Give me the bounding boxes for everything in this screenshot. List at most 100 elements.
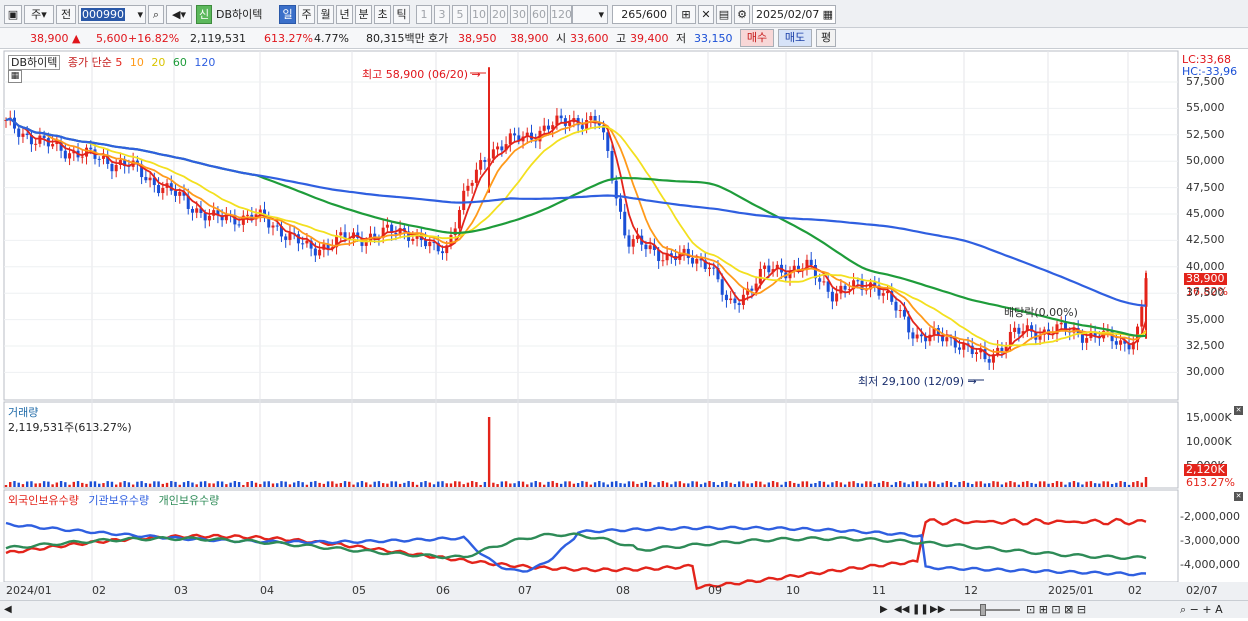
- period-button[interactable]: 초: [374, 5, 391, 24]
- candle-body: [542, 125, 546, 131]
- interval-button[interactable]: 60: [530, 5, 548, 24]
- volume-bar: [572, 483, 576, 487]
- volume-bar: [598, 481, 601, 487]
- candle-body: [987, 359, 991, 363]
- crosshair-icon[interactable]: ✕: [698, 5, 714, 24]
- volume-bar: [1102, 481, 1105, 487]
- zoom-icons[interactable]: ⌕ − + A: [1180, 603, 1223, 617]
- interval-button[interactable]: 30: [510, 5, 528, 24]
- chevron-down-icon[interactable]: ▾: [137, 6, 143, 23]
- period-button[interactable]: 틱: [393, 5, 410, 24]
- volume-bar: [297, 481, 300, 487]
- volume-bar: [784, 481, 787, 487]
- volume-bar: [627, 481, 631, 487]
- interval-button[interactable]: 3: [434, 5, 450, 24]
- volume-bar: [742, 481, 745, 487]
- volume-bar: [212, 483, 215, 487]
- volume-bar: [754, 481, 758, 487]
- zoom-slider-handle[interactable]: [980, 604, 986, 616]
- volume-bar: [818, 481, 821, 487]
- candle-body: [610, 151, 614, 181]
- save-icon[interactable]: ▤: [716, 5, 732, 24]
- interval-button[interactable]: 20: [490, 5, 508, 24]
- volume-bar: [386, 483, 389, 487]
- scroll-right-icon[interactable]: ▶: [880, 604, 888, 615]
- x-axis-label: 02: [92, 584, 106, 597]
- search-icon[interactable]: ⌕: [148, 5, 164, 24]
- volume-bar: [411, 481, 415, 487]
- volume-bar: [759, 481, 762, 487]
- table-icon[interactable]: ▦: [8, 70, 22, 83]
- tool-icons[interactable]: ⊡ ⊞ ⊡ ⊠ ⊟: [1026, 603, 1086, 616]
- volume-bar: [34, 483, 37, 487]
- volume-bar: [331, 481, 334, 487]
- interval-button[interactable]: 5: [452, 5, 468, 24]
- period-button[interactable]: 주: [298, 5, 315, 24]
- stock-code-input[interactable]: 000990 ▾: [78, 5, 146, 24]
- prev-button[interactable]: 전: [56, 5, 76, 24]
- volume-bar: [1043, 481, 1046, 487]
- interval-button[interactable]: 10: [470, 5, 488, 24]
- period-button[interactable]: 월: [317, 5, 334, 24]
- volume-bar: [365, 482, 368, 487]
- stock-chart[interactable]: DB하이텍 종가 단순 5 10 20 60 120 ▦ LC:33,68 HC…: [0, 50, 1248, 621]
- candle-body: [720, 279, 724, 295]
- candle-body: [822, 281, 826, 283]
- buy-button[interactable]: 매수: [740, 29, 774, 47]
- speaker-icon[interactable]: ◀▾: [166, 5, 192, 24]
- close-icon[interactable]: ✕: [1234, 492, 1243, 501]
- candle-body: [68, 153, 72, 159]
- volume-bar: [975, 481, 978, 487]
- volume-bar: [1136, 481, 1139, 487]
- candle-body: [42, 135, 46, 139]
- volume-bar: [17, 482, 20, 487]
- candle-body: [190, 208, 194, 213]
- volume-bar: [593, 482, 597, 487]
- data-count-input[interactable]: 265/600: [612, 5, 672, 24]
- period-button[interactable]: 년: [336, 5, 353, 24]
- candle-body: [902, 309, 906, 317]
- window-icon[interactable]: ▣: [4, 5, 22, 24]
- volume-bar: [470, 481, 474, 487]
- volume-bar: [1051, 482, 1054, 487]
- volume-bar: [886, 481, 889, 487]
- candle-body: [237, 224, 241, 226]
- sell-button[interactable]: 매도: [778, 29, 812, 47]
- scroll-left-icon[interactable]: ◀: [4, 604, 12, 615]
- volume-last-pct: 613.27%: [1186, 476, 1235, 489]
- candle-body: [89, 147, 93, 150]
- candle-body: [491, 149, 495, 159]
- chart-canvas[interactable]: [0, 50, 1248, 621]
- period-button[interactable]: 분: [355, 5, 372, 24]
- price-panel-title[interactable]: DB하이텍: [8, 55, 61, 70]
- stock-code-value: 000990: [81, 8, 125, 21]
- eval-button[interactable]: 평: [816, 29, 836, 47]
- volume-bar: [292, 482, 296, 487]
- volume-bar: [220, 481, 224, 487]
- interval-button[interactable]: 1: [416, 5, 432, 24]
- volume-bar: [1093, 483, 1097, 487]
- scroll-end-icon[interactable]: ▶▶: [930, 604, 945, 615]
- date-input[interactable]: 2025/02/07 ▦: [752, 5, 836, 24]
- volume-bar: [225, 484, 228, 487]
- volume-bar: [140, 481, 143, 487]
- period-button[interactable]: 일: [279, 5, 296, 24]
- x-axis-label: 2024/01: [6, 584, 52, 597]
- interval-custom-select[interactable]: ▾: [572, 5, 608, 24]
- zoom-tool-icon[interactable]: ⊞: [676, 5, 696, 24]
- price-y-tick: 45,000: [1186, 207, 1225, 220]
- close-icon[interactable]: ✕: [1234, 406, 1243, 415]
- calendar-icon[interactable]: ▦: [823, 6, 833, 23]
- interval-button[interactable]: 120: [550, 5, 572, 24]
- x-axis-label: 07: [518, 584, 532, 597]
- scroll-start-icon[interactable]: ◀◀: [894, 604, 909, 615]
- price-y-tick: 30,000: [1186, 365, 1225, 379]
- high-price: 39,400: [630, 32, 669, 45]
- volume-bar: [195, 484, 198, 487]
- volume-bar: [318, 482, 321, 487]
- chart-scrollbar[interactable]: ◀ ▶ ◀◀ ❚❚ ▶▶ ⊡ ⊞ ⊡ ⊠ ⊟ ⌕ − + A: [0, 600, 1248, 618]
- gear-icon[interactable]: ⚙: [734, 5, 750, 24]
- period-main-select[interactable]: 주▾: [24, 5, 54, 24]
- volume-bar: [432, 484, 436, 487]
- pause-icon[interactable]: ❚❚: [912, 604, 929, 615]
